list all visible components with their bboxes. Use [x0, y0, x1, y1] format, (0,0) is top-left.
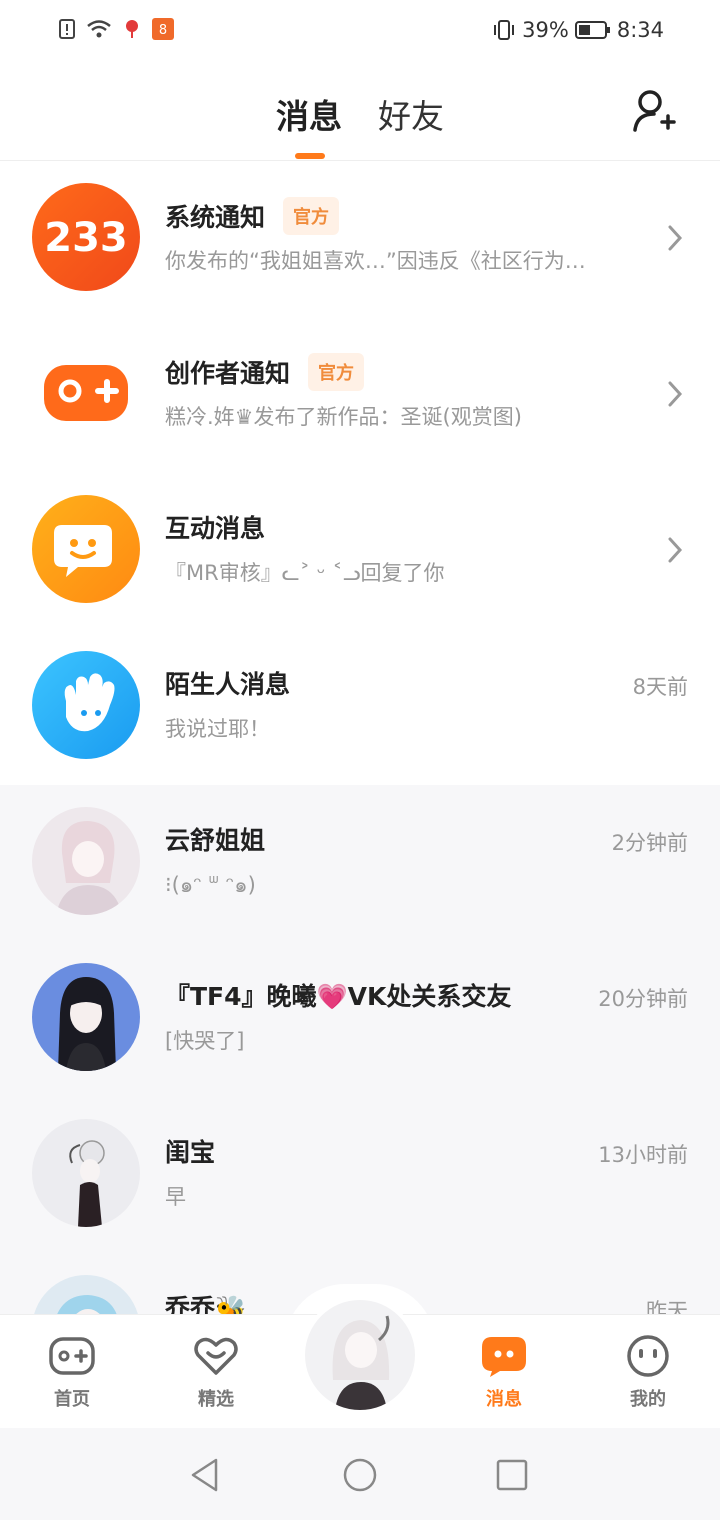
contact-name: 陌生人消息: [165, 670, 291, 699]
alert-icon: [59, 19, 75, 39]
message-preview: 早: [165, 1185, 186, 1209]
status-bar: 8 39% 8:34: [0, 0, 720, 60]
active-tab-indicator: [295, 153, 325, 159]
avatar: [32, 963, 140, 1071]
message-preview: [快哭了]: [165, 1029, 245, 1053]
list-item-chat[interactable]: 闺宝 13小时前 早: [0, 1097, 720, 1253]
message-preview: 『MR审核』ᓚ˃ ᵕ ˂ᓗ回复了你: [165, 561, 445, 585]
message-time: 8天前: [632, 675, 688, 699]
center-avatar-button[interactable]: [305, 1300, 415, 1410]
tab-mine[interactable]: 我的: [598, 1335, 698, 1411]
interaction-avatar: [32, 495, 140, 603]
contact-name: 闺宝: [165, 1138, 216, 1167]
list-item-system-notice[interactable]: 233 系统通知 官方 你发布的“我姐姐喜欢…”因违反《社区行为…: [0, 161, 720, 317]
back-icon[interactable]: [188, 1457, 224, 1493]
list-item-creator-notice[interactable]: 创作者通知 官方 糕冷.姩♛发布了新作品：圣诞(观赏图): [0, 317, 720, 473]
creator-notice-avatar: [32, 339, 140, 447]
tab-featured[interactable]: 精选: [166, 1335, 266, 1411]
anime-avatar-icon: [58, 977, 116, 1071]
message-time: 2分钟前: [611, 831, 688, 855]
system-nav-bar: [0, 1428, 720, 1520]
message-time: 20分钟前: [598, 987, 688, 1011]
wifi-icon: [87, 20, 111, 38]
tab-featured-label: 精选: [198, 1389, 234, 1410]
clock: 8:34: [616, 18, 664, 42]
message-list: 233 系统通知 官方 你发布的“我姐姐喜欢…”因违反《社区行为… 创作者通知 …: [0, 161, 720, 1409]
message-preview: ⁝(๑ᵔ ᐜ ᵔ๑): [165, 873, 256, 897]
anime-avatar-icon: [56, 821, 122, 915]
tab-messages-nav[interactable]: 消息: [454, 1335, 554, 1411]
tab-home[interactable]: 首页: [22, 1335, 122, 1411]
stranger-avatar: [32, 651, 140, 759]
list-item-chat[interactable]: 『TF4』晚曦💗VK处关系交友 20分钟前 [快哭了]: [0, 941, 720, 1097]
face-icon: [627, 1335, 669, 1377]
official-badge: 官方: [283, 197, 340, 235]
list-item-stranger-messages[interactable]: 陌生人消息 8天前 我说过耶！: [0, 629, 720, 785]
list-item-chat[interactable]: 云舒姐姐 2分钟前 ⁝(๑ᵔ ᐜ ᵔ๑): [0, 785, 720, 941]
contact-name: 互动消息: [165, 514, 266, 543]
official-badge: 官方: [308, 353, 365, 391]
hand-wave-icon: [64, 673, 115, 732]
anime-avatar-icon: [332, 1315, 390, 1410]
location-app-icon: [126, 20, 138, 38]
message-bubble-icon: [482, 1337, 526, 1377]
contact-name: 云舒姐姐: [165, 826, 266, 855]
tab-messages-label: 消息: [486, 1389, 522, 1410]
chevron-right-icon: [668, 225, 683, 251]
contact-name: 『TF4』晚曦💗VK处关系交友: [165, 982, 512, 1011]
tab-friends[interactable]: 好友: [378, 90, 444, 138]
message-preview: 糕冷.姩♛发布了新作品：圣诞(观赏图): [165, 405, 522, 429]
recents-icon[interactable]: [495, 1458, 529, 1492]
chevron-right-icon: [668, 381, 683, 407]
vibrate-icon: [494, 20, 515, 40]
list-item-interaction-messages[interactable]: 互动消息 『MR审核』ᓚ˃ ᵕ ˂ᓗ回复了你: [0, 473, 720, 629]
add-friend-icon[interactable]: [632, 88, 676, 134]
avatar: [32, 1119, 140, 1227]
message-time: 13小时前: [598, 1143, 688, 1167]
tab-home-label: 首页: [54, 1389, 90, 1410]
message-preview: 你发布的“我姐姐喜欢…”因违反《社区行为…: [165, 249, 586, 273]
gamepad-icon: [49, 1337, 95, 1375]
avatar: [32, 807, 140, 915]
233-logo-icon: 233: [44, 215, 128, 261]
tab-messages[interactable]: 消息: [276, 90, 342, 138]
svg-text:8: 8: [159, 23, 167, 38]
app-notification-icon: 8: [152, 18, 174, 40]
contact-name: 系统通知: [165, 203, 266, 232]
gamepad-icon: [44, 365, 128, 421]
chat-bubble-icon: [54, 525, 112, 577]
battery-icon: [574, 21, 610, 39]
anime-avatar-icon: [69, 1140, 105, 1227]
contact-name: 创作者通知: [165, 359, 291, 388]
heart-icon: [194, 1337, 238, 1375]
system-notice-avatar: 233: [32, 183, 140, 291]
chevron-right-icon: [668, 537, 683, 563]
message-preview: 我说过耶！: [165, 717, 270, 741]
tab-mine-label: 我的: [630, 1389, 666, 1410]
home-icon[interactable]: [342, 1457, 378, 1493]
header: 消息 好友: [0, 60, 720, 161]
svg-text:233: 233: [44, 215, 128, 261]
battery-percent: 39%: [522, 18, 569, 42]
